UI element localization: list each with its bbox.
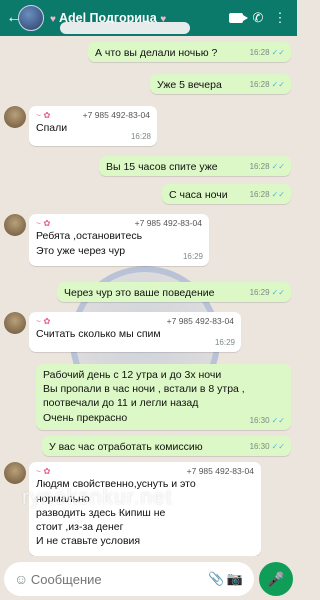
message-outgoing[interactable]: С часа ночи 16:28 ✓✓ [162, 184, 291, 204]
message-text: Уже 5 вечера [157, 79, 222, 91]
read-ticks-icon: ✓✓ [271, 442, 285, 452]
sender-phone: +7 985 492-83-04 [82, 110, 150, 120]
message-time: 16:30 [249, 416, 270, 426]
phone-call-icon[interactable]: ✆ [247, 10, 269, 26]
message-text: Рабочий день с 12 утра и до 3х ночи [43, 369, 222, 381]
contact-avatar[interactable] [18, 5, 44, 31]
microphone-button[interactable]: 🎤 [259, 562, 293, 596]
message-time: 16:28 [249, 162, 270, 172]
message-incoming[interactable]: ~ ✿ +7 985 492-83-04 Спали 16:28 [29, 106, 157, 146]
sender-tag-icon: ~ ✿ [36, 466, 51, 476]
message-incoming[interactable]: ~ ✿ +7 985 492-83-04 Считать сколько мы с… [29, 312, 241, 352]
message-time: 16:29 [182, 252, 203, 262]
message-text: Ребята ,остановитесь [36, 230, 143, 243]
message-text: У вас час отработать комиссию [49, 441, 203, 453]
read-ticks-icon: ✓✓ [271, 288, 285, 298]
composer-box: ☺ 📎 📷 [4, 562, 254, 596]
sender-tag-icon: ~ ✿ [36, 316, 51, 326]
message-outgoing[interactable]: Через чур это ваше поведение 16:29 ✓✓ [57, 282, 291, 302]
message-time: 16:28 [249, 48, 270, 58]
message-text: И не ставьте условия [36, 535, 141, 548]
message-text: стоит ,из-за денег [36, 520, 124, 533]
message-time: 16:30 [249, 442, 270, 452]
message-outgoing[interactable]: У вас час отработать комиссию 16:30 ✓✓ [42, 436, 291, 456]
message-list[interactable]: А что вы делали ночью ? 16:28 ✓✓ Уже 5 ве… [0, 36, 297, 556]
video-call-icon[interactable] [225, 11, 248, 26]
message-text: Это уже через чур [36, 244, 126, 257]
sender-phone: +7 985 492-83-04 [166, 316, 234, 326]
message-text: Вы пропали в час ночи , встали в 8 утра … [43, 383, 245, 396]
message-text: С часа ночи [169, 189, 228, 201]
composer-bar: ☺ 📎 📷 🎤 [0, 558, 297, 600]
message-time: 16:29 [214, 338, 235, 348]
message-time: 16:29 [249, 288, 270, 298]
message-outgoing[interactable]: Вы 15 часов спите уже 16:28 ✓✓ [99, 156, 291, 176]
read-ticks-icon: ✓✓ [271, 416, 285, 426]
read-ticks-icon: ✓✓ [271, 190, 285, 200]
read-ticks-icon: ✓✓ [271, 48, 285, 58]
message-time: 16:28 [249, 190, 270, 200]
message-incoming[interactable]: ~ ✿ +7 985 492-83-04 Людям свойственно,ус… [29, 462, 261, 556]
attach-icon[interactable]: 📎 [207, 571, 226, 587]
message-text: Очень прекрасно [43, 411, 128, 424]
message-outgoing[interactable]: Рабочий день с 12 утра и до 3х ночи Вы п… [36, 364, 291, 430]
message-text: Через чур это ваше поведение [64, 287, 215, 299]
redacted-area [60, 22, 190, 34]
more-menu-icon[interactable]: ⋮ [269, 10, 291, 26]
message-text: Вы 15 часов спите уже [106, 161, 218, 173]
emoji-icon[interactable]: ☺ [14, 571, 31, 587]
sender-tag-icon: ~ ✿ [36, 218, 51, 228]
camera-icon[interactable]: 📷 [225, 571, 244, 587]
message-text: разводить здесь Кипиш не [36, 506, 166, 519]
microphone-icon: 🎤 [267, 570, 285, 587]
message-time: 16:28 [249, 80, 270, 90]
sender-avatar[interactable] [4, 214, 26, 236]
sender-tag-icon: ~ ✿ [36, 110, 51, 120]
message-text: Людям свойственно,уснуть и это [36, 478, 196, 491]
read-ticks-icon: ✓✓ [271, 162, 285, 172]
message-outgoing[interactable]: Уже 5 вечера 16:28 ✓✓ [150, 74, 291, 94]
sender-avatar[interactable] [4, 312, 26, 334]
message-outgoing[interactable]: А что вы делали ночью ? 16:28 ✓✓ [88, 42, 291, 62]
sender-avatar[interactable] [4, 462, 26, 484]
message-text: А что вы делали ночью ? [95, 47, 218, 59]
heart-icon: ♥ [50, 14, 56, 25]
message-text: Считать сколько мы спим [36, 328, 161, 341]
read-ticks-icon: ✓✓ [271, 80, 285, 90]
message-incoming[interactable]: ~ ✿ +7 985 492-83-04 Ребята ,остановитесь… [29, 214, 209, 266]
message-text: нормально [36, 492, 90, 505]
sender-phone: +7 985 492-83-04 [186, 466, 254, 476]
sender-phone: +7 985 492-83-04 [134, 218, 202, 228]
message-input[interactable] [30, 571, 207, 587]
back-arrow-icon[interactable]: ← [6, 9, 22, 27]
sender-avatar[interactable] [4, 106, 26, 128]
message-text: поотвечали до 11 и легли назад [43, 397, 199, 410]
message-time: 16:28 [130, 132, 151, 142]
